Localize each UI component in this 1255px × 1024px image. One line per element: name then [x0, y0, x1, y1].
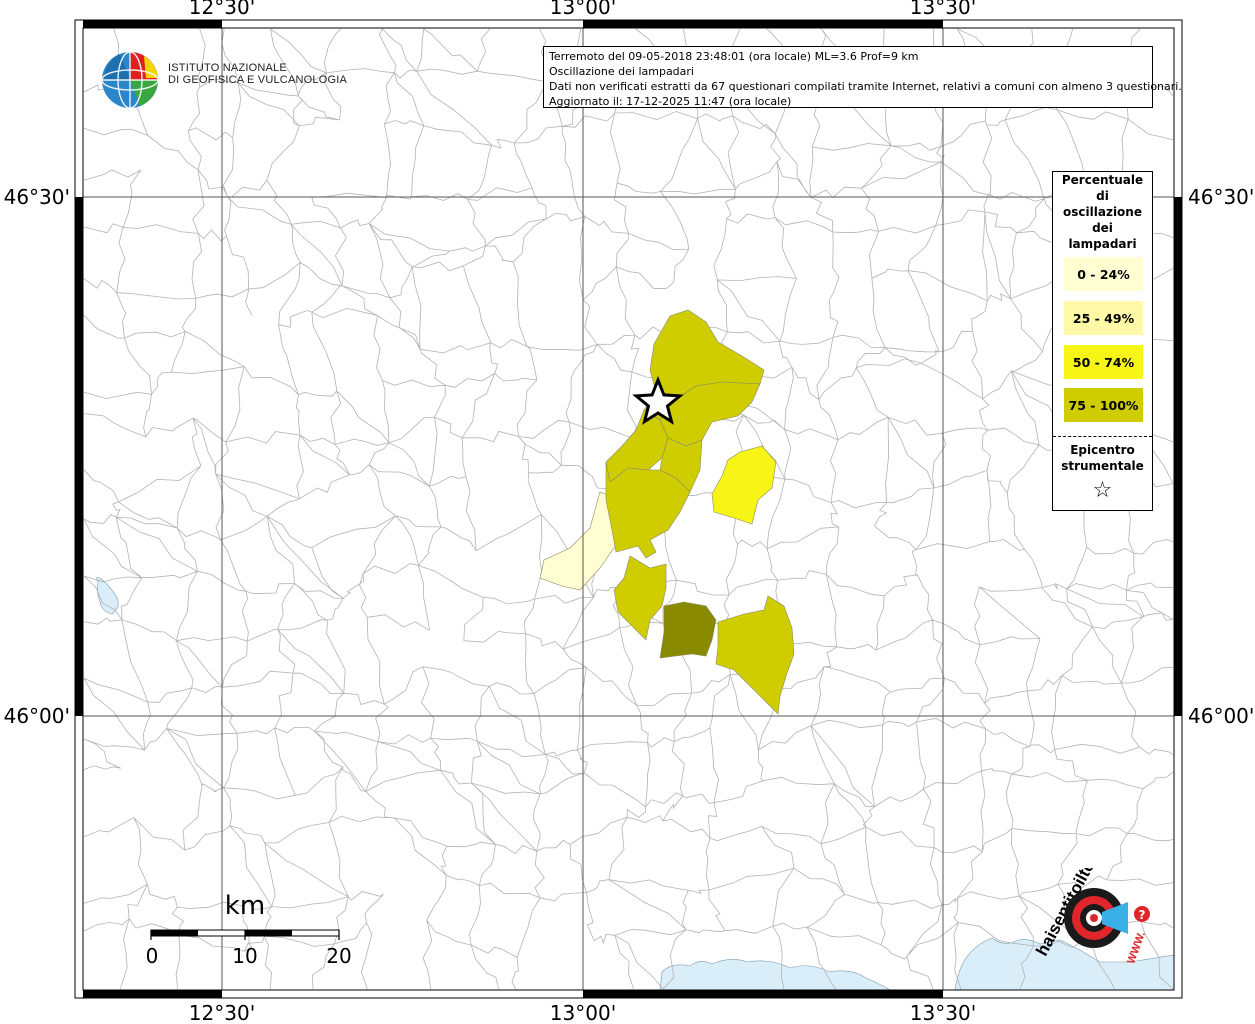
legend-epicenter-line: strumentale — [1061, 459, 1144, 473]
ingv-logo: ISTITUTO NAZIONALE DI GEOFISICA E VULCAN… — [100, 46, 347, 110]
legend-class-label: 50 - 74% — [1072, 354, 1135, 370]
lon-label-bottom-1300: 13°00' — [550, 1001, 616, 1024]
ingv-logo-line1: ISTITUTO NAZIONALE — [168, 62, 287, 74]
map-subject: Oscillazione dei lampadari — [549, 65, 694, 78]
scale-unit: km — [225, 891, 265, 921]
legend-title-line: dei — [1092, 221, 1113, 235]
legend: Percentuale di oscillazione dei lampadar… — [1052, 171, 1153, 511]
legend-class-label: 25 - 49% — [1072, 310, 1135, 326]
legend-title-line: oscillazione — [1063, 205, 1142, 219]
legend-class-label: 0 - 24% — [1077, 266, 1130, 282]
lon-label-top-1300: 13°00' — [550, 0, 616, 19]
www-label: WWW. — [1125, 930, 1148, 966]
update-time: Aggiornato il: 17-12-2025 11:47 (ora loc… — [549, 95, 792, 108]
lat-label-right-4600: 46°00' — [1188, 704, 1254, 728]
legend-class-2: 50 - 74% — [1064, 345, 1143, 379]
legend-title-line: lampadari — [1068, 237, 1137, 251]
lat-label-right-4630: 46°30' — [1188, 185, 1254, 209]
legend-class-0: 0 - 24% — [1064, 257, 1143, 291]
question-badge: ? — [1139, 908, 1146, 922]
legend-title-line: di — [1096, 189, 1109, 203]
lon-label-top-1330: 13°30' — [910, 0, 976, 19]
legend-title-line: Percentuale — [1061, 173, 1144, 187]
ingv-logo-line2: DI GEOFISICA E VULCANOLOGIA — [168, 74, 347, 86]
scale-label-10: 10 — [232, 944, 257, 968]
legend-class-1: 25 - 49% — [1064, 301, 1143, 335]
data-note: Dati non verificati estratti da 67 quest… — [549, 80, 1182, 93]
lat-label-left-4630: 46°30' — [4, 185, 70, 209]
scale-label-20: 20 — [326, 944, 351, 968]
haisentito-logo: haisentitoilterremoto.it ? WWW. — [1032, 868, 1150, 966]
legend-epicenter-line: Epicentro — [1070, 443, 1135, 457]
legend-class-3: 75 - 100% — [1064, 388, 1143, 422]
legend-class-label: 75 - 100% — [1068, 397, 1139, 413]
event-info-box: Terremoto del 09-05-2018 23:48:01 (ora l… — [543, 46, 1182, 108]
legend-epicenter-title: Epicentro strumentale — [1053, 442, 1152, 474]
municipality-75-100-dark — [659, 601, 717, 659]
legend-title: Percentuale di oscillazione dei lampadar… — [1053, 172, 1152, 252]
legend-star-icon: ☆ — [1092, 478, 1113, 503]
scale-label-0: 0 — [146, 944, 159, 968]
event-title: Terremoto del 09-05-2018 23:48:01 (ora l… — [549, 50, 919, 63]
lat-label-left-4600: 46°00' — [4, 704, 70, 728]
lon-label-bottom-1330: 13°30' — [910, 1001, 976, 1024]
legend-separator — [1053, 436, 1152, 437]
lon-label-bottom-1230: 12°30' — [189, 1001, 255, 1024]
scale-bar: km 0 10 20 — [146, 891, 352, 968]
lon-label-top-1230: 12°30' — [189, 0, 255, 19]
